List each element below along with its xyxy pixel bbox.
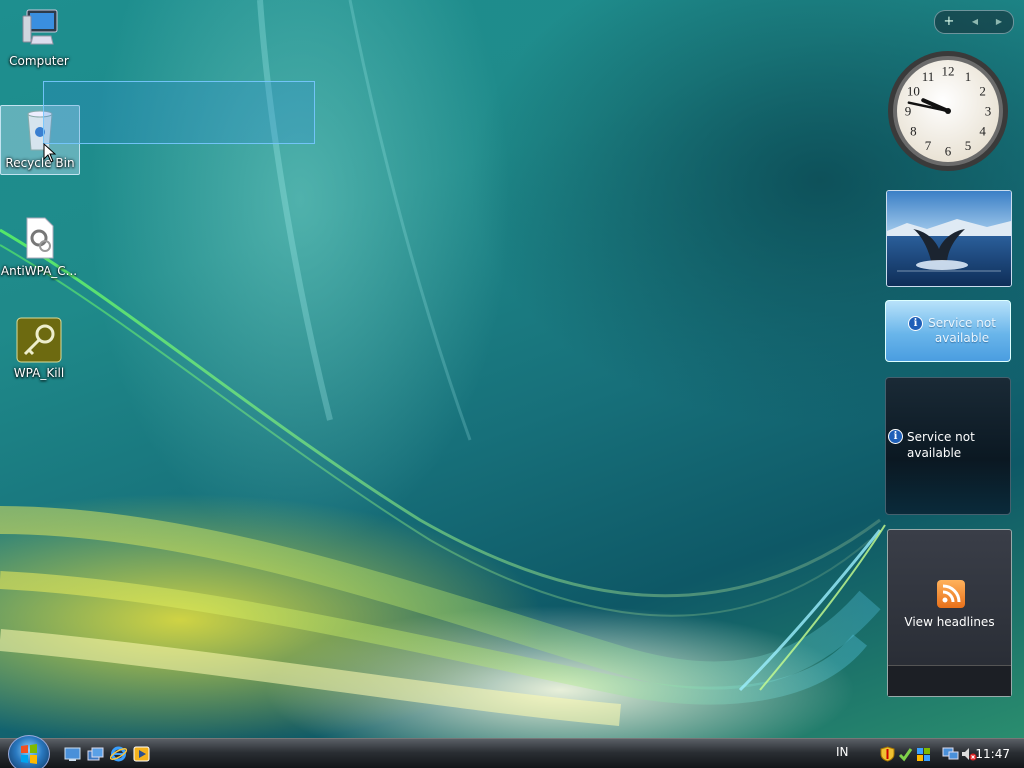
computer-label: Computer <box>9 54 69 68</box>
taskbar: IN 11:47 <box>0 735 1024 768</box>
antiwpa-desktop-icon[interactable]: AntiWPA_C... <box>0 214 78 278</box>
clock-gadget[interactable]: 12 1 2 3 4 5 6 7 8 9 10 11 <box>886 49 1010 173</box>
computer-desktop-icon[interactable]: Computer <box>0 4 78 68</box>
clock-numeral: 3 <box>985 104 992 119</box>
next-page-button[interactable]: ▶ <box>987 11 1011 33</box>
switch-windows-icon[interactable] <box>87 746 104 762</box>
clock-numeral: 9 <box>905 104 912 119</box>
clock-numeral: 8 <box>910 124 917 139</box>
wpa-kill-label: WPA_Kill <box>13 366 65 380</box>
language-indicator[interactable]: IN <box>836 745 849 759</box>
clock-numeral: 4 <box>979 124 986 139</box>
weather-gadget[interactable]: i Service not available <box>885 300 1011 362</box>
clock-numeral: 6 <box>945 144 952 159</box>
checkmark-tray-icon[interactable] <box>897 746 914 762</box>
media-player-icon[interactable] <box>133 746 150 762</box>
service-status-text: Service not available <box>907 430 975 460</box>
sidebar-controls: + ◀ ▶ <box>934 10 1014 34</box>
clock-numeral: 12 <box>942 64 955 79</box>
windows-logo-icon <box>21 744 37 764</box>
slideshow-gadget[interactable] <box>886 190 1012 287</box>
clock-numeral: 10 <box>907 84 920 99</box>
feed-headlines-gadget[interactable]: View headlines <box>887 529 1012 697</box>
clock-numeral: 5 <box>965 138 972 153</box>
clock-numeral: 11 <box>922 69 935 84</box>
whale-tail-photo <box>887 191 1011 286</box>
clock-numeral: 2 <box>979 84 986 99</box>
taskbar-clock[interactable]: 11:47 <box>975 747 1010 761</box>
selection-rectangle <box>43 81 315 144</box>
start-button[interactable] <box>8 735 50 768</box>
security-shield-icon[interactable] <box>879 746 896 762</box>
show-desktop-icon[interactable] <box>64 746 81 762</box>
wpa-kill-desktop-icon[interactable]: WPA_Kill <box>0 316 78 380</box>
clock-numeral: 7 <box>925 138 932 153</box>
weather-status-text: Service not available <box>928 316 996 345</box>
clock-face: 12 12 3 45678 9 1011 <box>888 51 1008 171</box>
windows-update-icon[interactable] <box>915 746 932 762</box>
feed-footer <box>888 665 1011 696</box>
desktop[interactable]: Computer Recycle Bin AntiWPA_C... WPA_Ki… <box>0 0 1024 738</box>
clock-numeral: 1 <box>965 69 972 84</box>
internet-explorer-icon[interactable] <box>109 746 128 762</box>
info-icon: i <box>908 316 923 331</box>
previous-page-button[interactable]: ◀ <box>963 11 987 33</box>
computer-icon <box>15 4 63 52</box>
info-icon: i <box>888 429 903 444</box>
settings-file-icon <box>15 214 63 262</box>
key-icon <box>15 316 63 364</box>
add-gadget-button[interactable]: + <box>937 11 961 33</box>
network-icon[interactable] <box>942 746 959 762</box>
view-headlines-link[interactable]: View headlines <box>888 615 1011 629</box>
service-gadget[interactable]: i Service not available <box>885 377 1011 515</box>
rss-icon <box>937 580 965 608</box>
recycle-bin-label: Recycle Bin <box>5 156 75 170</box>
mouse-cursor-icon <box>43 143 57 163</box>
antiwpa-label: AntiWPA_C... <box>0 264 78 278</box>
